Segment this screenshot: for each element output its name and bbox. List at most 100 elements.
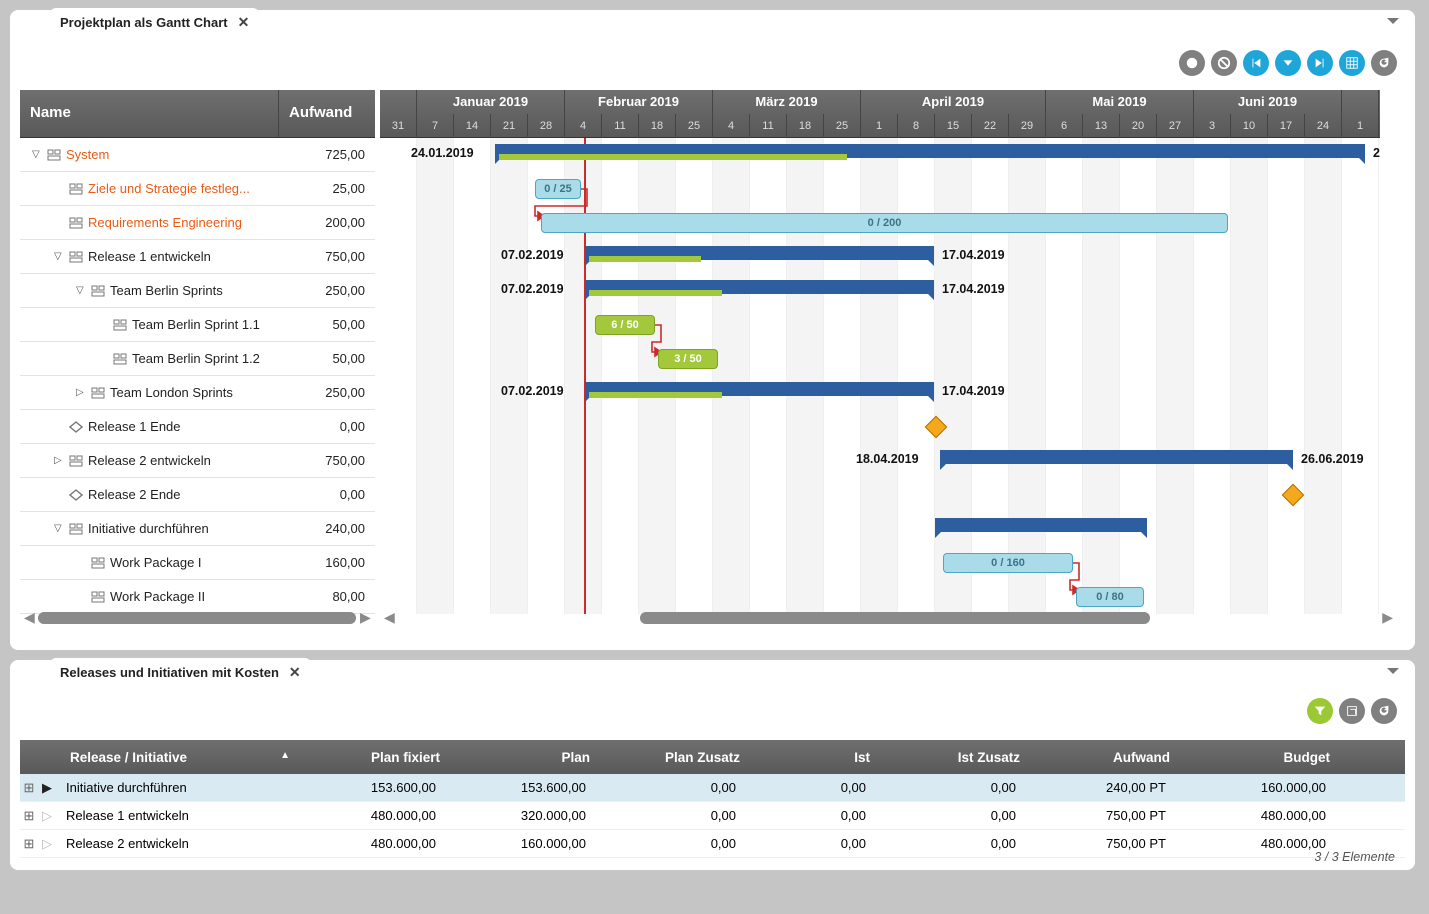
scroll-right-icon[interactable]: ▶ <box>360 609 371 626</box>
gantt-row[interactable]: 0 / 200 <box>380 206 1380 240</box>
gantt-row[interactable]: 24.01.201926.06.2019 <box>380 138 1380 172</box>
expand-icon[interactable]: ▽ <box>76 285 86 296</box>
gantt-row[interactable]: 3 / 50 <box>380 342 1380 376</box>
summary-bar[interactable] <box>585 280 934 294</box>
task-bar[interactable]: 3 / 50 <box>658 349 718 369</box>
refresh-icon[interactable] <box>1371 50 1397 76</box>
task-bar[interactable]: 0 / 25 <box>535 179 581 199</box>
chart-scroll-right-icon[interactable]: ▶ <box>1382 609 1393 626</box>
grid-icon[interactable] <box>1339 50 1365 76</box>
costs-col-header[interactable]: Release / Initiative ▲ <box>60 750 300 765</box>
expand-icon[interactable]: ▽ <box>54 251 64 262</box>
week-header: 25 <box>824 114 861 138</box>
costs-row[interactable]: ⊞▷Release 2 entwickeln480.000,00160.000,… <box>20 830 1405 858</box>
gantt-row[interactable]: 07.02.201917.04.2019 <box>380 274 1380 308</box>
gantt-row[interactable]: 0 / 25 <box>380 172 1380 206</box>
costs-row[interactable]: ⊞▷Release 1 entwickeln480.000,00320.000,… <box>20 802 1405 830</box>
jump-start-icon[interactable] <box>1243 50 1269 76</box>
play-icon[interactable]: ▶ <box>38 780 56 796</box>
expand-icon[interactable]: ▷ <box>76 387 86 398</box>
milestone-marker[interactable] <box>1282 484 1305 507</box>
gantt-row[interactable]: 6 / 50 <box>380 308 1380 342</box>
jump-end-icon[interactable] <box>1307 50 1333 76</box>
chart-hscroll[interactable] <box>640 612 1150 624</box>
summary-bar[interactable] <box>585 382 934 396</box>
week-header: 8 <box>898 114 935 138</box>
gantt-row[interactable] <box>380 478 1380 512</box>
week-header: 25 <box>676 114 713 138</box>
play-icon[interactable]: ▷ <box>38 808 56 824</box>
gantt-row[interactable]: 0 / 80 <box>380 580 1380 614</box>
task-bar[interactable]: 0 / 80 <box>1076 587 1144 607</box>
fit-icon[interactable] <box>1179 50 1205 76</box>
gantt-row[interactable]: 07.02.201917.04.2019 <box>380 240 1380 274</box>
task-row[interactable]: Release 2 Ende0,00 <box>20 478 375 512</box>
expand-icon[interactable]: ▽ <box>54 523 64 534</box>
summary-bar[interactable] <box>495 144 1365 158</box>
milestone-marker[interactable] <box>925 416 948 439</box>
task-row[interactable]: Work Package II80,00 <box>20 580 375 614</box>
expand-icon[interactable]: ▷ <box>54 455 64 466</box>
expand-icon[interactable]: ⊞ <box>20 808 38 824</box>
expand-icon[interactable]: ⊞ <box>20 836 38 852</box>
costs-col-header[interactable]: Budget <box>1180 750 1340 765</box>
costs-col-header[interactable]: Plan Zusatz <box>600 750 750 765</box>
refresh-icon[interactable] <box>1371 698 1397 724</box>
costs-col-header[interactable]: Plan <box>450 750 600 765</box>
panel-menu-icon[interactable] <box>1387 668 1399 680</box>
collapse-icon[interactable] <box>1275 50 1301 76</box>
close-icon[interactable]: ✕ <box>289 664 301 681</box>
expand-icon[interactable]: ▽ <box>32 149 42 160</box>
gantt-row[interactable]: 07.02.201917.04.2019 <box>380 376 1380 410</box>
disable-icon[interactable] <box>1211 50 1237 76</box>
task-bar[interactable]: 0 / 200 <box>541 213 1228 233</box>
gantt-chart[interactable]: 24.01.201926.06.2019 0 / 25 0 / 200 07.02.2… <box>380 138 1380 614</box>
col-name-header[interactable]: Name <box>20 90 278 137</box>
play-icon[interactable]: ▷ <box>38 836 56 852</box>
gantt-tab[interactable]: Projektplan als Gantt Chart ✕ <box>50 8 259 36</box>
gantt-row[interactable] <box>380 410 1380 444</box>
col-effort-header[interactable]: Aufwand <box>278 90 375 137</box>
task-bar[interactable]: 6 / 50 <box>595 315 655 335</box>
gantt-row[interactable] <box>380 512 1380 546</box>
task-row[interactable]: Release 1 Ende0,00 <box>20 410 375 444</box>
grid-hscroll[interactable] <box>38 612 356 624</box>
costs-tab[interactable]: Releases und Initiativen mit Kosten ✕ <box>50 658 311 686</box>
scroll-left-icon[interactable]: ◀ <box>24 609 35 626</box>
costs-cell: 750,00 PT <box>1026 836 1176 851</box>
costs-col-header[interactable]: Aufwand <box>1030 750 1180 765</box>
summary-bar[interactable] <box>935 518 1147 532</box>
task-row[interactable]: ▽Initiative durchführen240,00 <box>20 512 375 546</box>
costs-col-header[interactable]: Ist <box>750 750 880 765</box>
costs-cell: 160.000,00 <box>1176 780 1336 795</box>
gantt-row[interactable]: 18.04.201926.06.2019 <box>380 444 1380 478</box>
task-effort: 250,00 <box>278 385 375 400</box>
costs-row[interactable]: ⊞▶Initiative durchführen153.600,00153.60… <box>20 774 1405 802</box>
summary-bar[interactable] <box>940 450 1293 464</box>
task-row[interactable]: ▽System725,00 <box>20 138 375 172</box>
costs-col-header[interactable]: Ist Zusatz <box>880 750 1030 765</box>
task-effort: 200,00 <box>278 215 375 230</box>
task-row[interactable]: ▽Release 1 entwickeln750,00 <box>20 240 375 274</box>
task-row[interactable]: ▽Team Berlin Sprints250,00 <box>20 274 375 308</box>
task-row[interactable]: Ziele und Strategie festleg...25,00 <box>20 172 375 206</box>
costs-col-header[interactable]: Plan fixiert <box>300 750 450 765</box>
task-row[interactable]: ▷Team London Sprints250,00 <box>20 376 375 410</box>
task-type-icon <box>90 284 106 298</box>
expand-icon[interactable]: ⊞ <box>20 780 38 796</box>
task-row[interactable]: Requirements Engineering200,00 <box>20 206 375 240</box>
gantt-row[interactable]: 0 / 160 <box>380 546 1380 580</box>
task-row[interactable]: Work Package I160,00 <box>20 546 375 580</box>
gantt-panel: Projektplan als Gantt Chart ✕ Name Aufwa… <box>10 10 1415 650</box>
task-bar[interactable]: 0 / 160 <box>943 553 1073 573</box>
chart-scroll-left-icon[interactable]: ◀ <box>384 609 395 626</box>
summary-bar[interactable] <box>585 246 934 260</box>
filter-icon[interactable] <box>1307 698 1333 724</box>
task-row[interactable]: ▷Release 2 entwickeln750,00 <box>20 444 375 478</box>
task-name: System <box>66 147 109 162</box>
task-row[interactable]: Team Berlin Sprint 1.250,00 <box>20 342 375 376</box>
close-icon[interactable]: ✕ <box>238 14 250 31</box>
panel-menu-icon[interactable] <box>1387 18 1399 30</box>
task-row[interactable]: Team Berlin Sprint 1.150,00 <box>20 308 375 342</box>
export-icon[interactable] <box>1339 698 1365 724</box>
